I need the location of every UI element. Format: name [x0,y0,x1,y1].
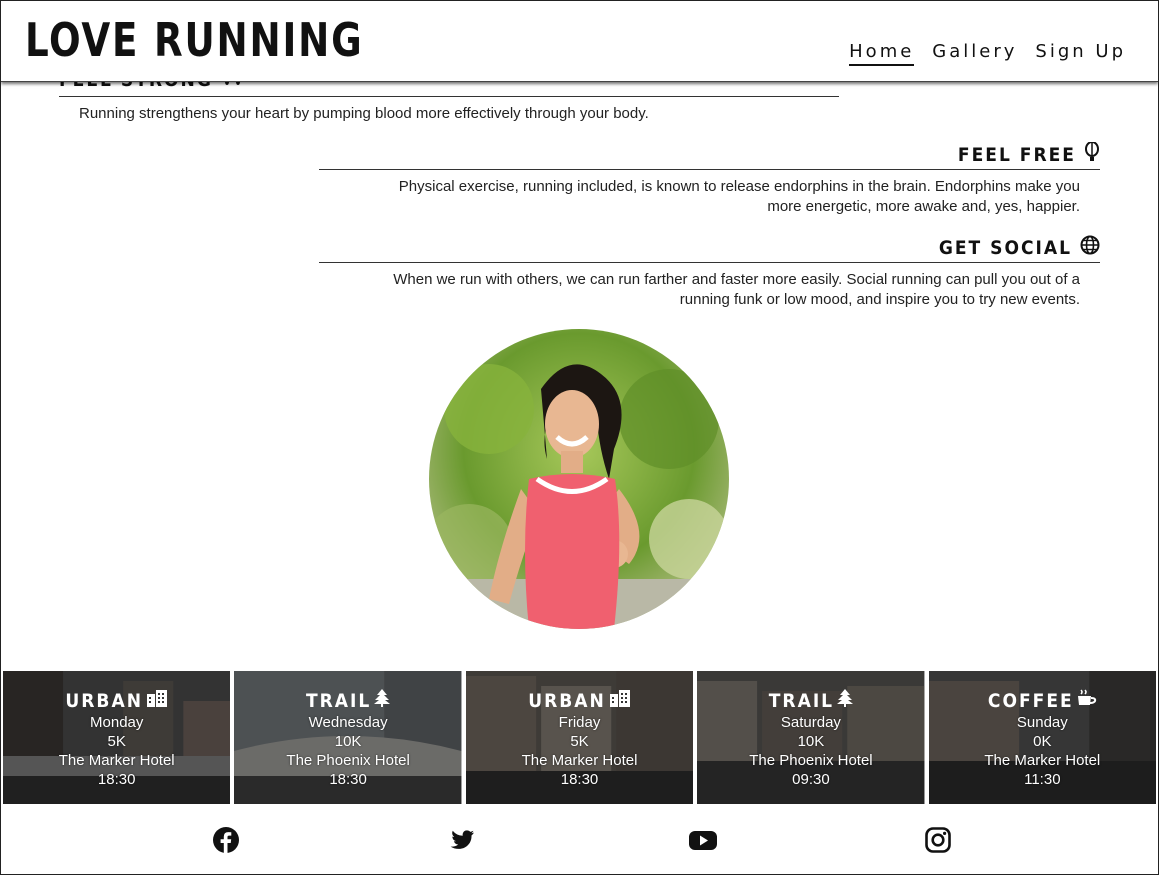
youtube-icon[interactable] [688,826,717,854]
coffee-icon [1077,689,1097,713]
section-divider [59,96,839,97]
section-divider [319,262,1100,263]
event-distance: 10K [797,733,825,750]
nav-gallery[interactable]: Gallery [932,41,1017,66]
event-day: Friday [558,714,601,731]
text-line: more energetic, more awake and, yes, hap… [767,198,1080,215]
section-text-feel-strong: Running strengthens your heart by pumpin… [79,105,649,122]
city-icon [146,689,168,713]
site-footer [1,804,1158,874]
runner-photo [429,329,729,629]
event-type: TRAIL [697,689,924,713]
twitter-icon[interactable] [448,826,476,854]
event-type: URBAN [3,689,230,713]
event-type: COFFEE [929,689,1156,713]
section-divider [319,169,1100,170]
main-nav: Home Gallery Sign Up [849,41,1126,66]
instagram-icon[interactable] [924,826,952,854]
site-logo[interactable]: LOVE RUNNING [25,11,363,69]
city-icon [609,689,631,713]
event-day: Wednesday [308,714,388,731]
event-card[interactable]: URBAN Friday 5K The Marker Hotel 18:30 [465,671,694,804]
nav-home[interactable]: Home [849,41,915,66]
section-heading-get-social: GET SOCIAL [939,235,1100,260]
event-distance: 0K [1033,733,1052,750]
event-venue: The Marker Hotel [521,752,638,769]
event-venue: The Marker Hotel [58,752,175,769]
section-title: FEEL FREE [957,143,1076,166]
event-type-label: URBAN [65,690,143,712]
event-type-label: COFFEE [987,690,1074,712]
event-type: TRAIL [234,689,461,713]
event-venue: The Marker Hotel [984,752,1101,769]
text-line: When we run with others, we can run fart… [393,271,1080,288]
event-venue: The Phoenix Hotel [749,752,873,769]
event-time: 18:30 [560,771,599,788]
event-time: 18:30 [97,771,136,788]
event-card[interactable]: TRAIL Wednesday 10K The Phoenix Hotel 18… [234,671,462,804]
event-type-label: TRAIL [768,690,835,712]
site-header: LOVE RUNNING Home Gallery Sign Up [1,1,1158,82]
event-type-label: TRAIL [305,690,372,712]
text-line: running funk or low mood, and inspire yo… [679,291,1080,308]
section-text-get-social: When we run with others, we can run fart… [320,270,1080,310]
event-card[interactable]: URBAN Monday 5K The Marker Hotel 18:30 [3,671,231,804]
event-distance: 5K [107,733,126,750]
event-venue: The Phoenix Hotel [286,752,410,769]
section-text-feel-free: Physical exercise, running included, is … [320,177,1080,217]
event-day: Monday [90,714,144,731]
nav-sign-up[interactable]: Sign Up [1035,41,1126,66]
facebook-icon[interactable] [212,826,240,854]
event-day: Saturday [780,714,841,731]
event-distance: 10K [334,733,362,750]
event-time: 11:30 [1024,771,1061,788]
events-strip: URBAN Monday 5K The Marker Hotel 18:30 T… [3,671,1157,804]
globe-icon [1080,235,1100,260]
event-day: Sunday [1016,714,1068,731]
section-title: GET SOCIAL [938,236,1072,259]
event-card[interactable]: TRAIL Saturday 10K The Phoenix Hotel 09:… [697,671,925,804]
tree-icon [374,689,391,713]
hot-air-balloon-icon [1084,141,1100,167]
event-time: 18:30 [329,771,367,788]
event-distance: 5K [570,733,589,750]
text-line: Physical exercise, running included, is … [398,178,1080,195]
event-time: 09:30 [792,771,830,788]
tree-icon [837,689,854,713]
section-heading-feel-free: FEEL FREE [957,141,1100,167]
event-type-label: URBAN [528,690,606,712]
event-card[interactable]: COFFEE Sunday 0K The Marker Hotel 11:30 [928,671,1157,804]
event-type: URBAN [466,689,693,713]
